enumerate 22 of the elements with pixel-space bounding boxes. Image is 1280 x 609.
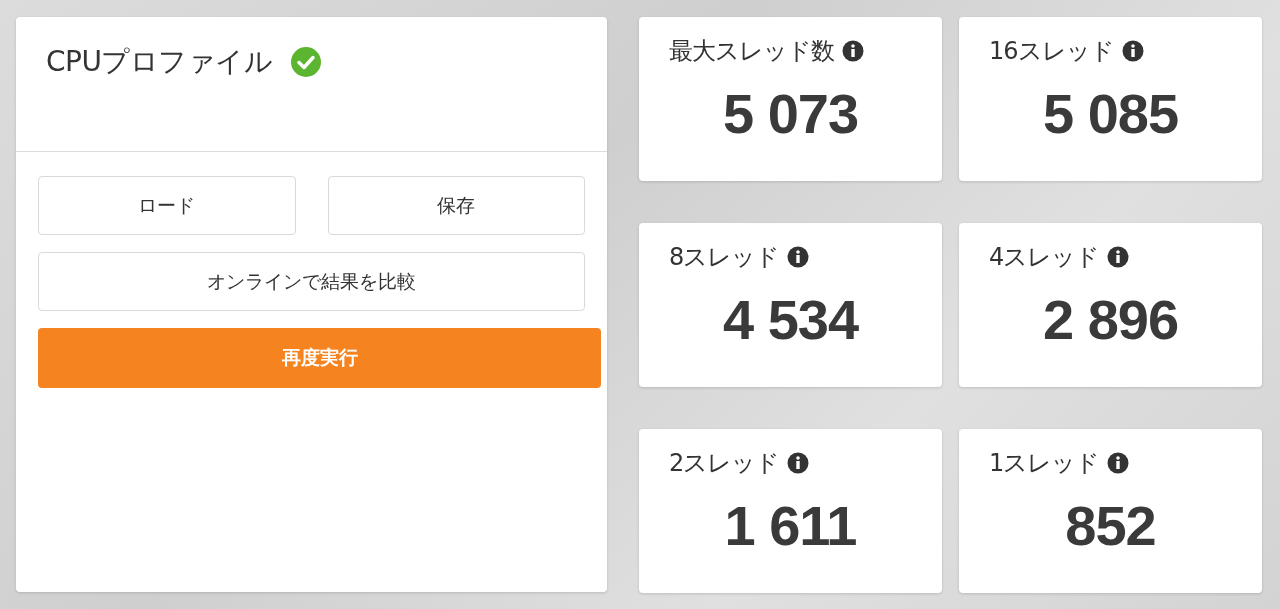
score-value: 1 611 [724,493,857,558]
score-label: 16スレッド [989,36,1114,67]
action-button[interactable]: 保存 [327,176,585,235]
score-value: 852 [1065,493,1156,558]
score-label: 1スレッド [989,448,1100,479]
info-icon[interactable] [1121,40,1144,62]
action-button[interactable]: ロード [38,176,296,235]
info-icon[interactable] [787,452,810,474]
score-value: 5 073 [722,81,859,146]
info-icon[interactable] [842,40,864,62]
panel-title: CPUプロファイル [46,44,273,80]
score-label: 4スレッド [989,242,1100,273]
score-label: 最大スレッド数 [669,36,834,67]
info-icon[interactable] [787,246,810,268]
score-value: 2 896 [1042,287,1179,352]
score-label: 8スレッド [669,242,780,273]
score-label: 2スレッド [669,448,780,479]
info-icon[interactable] [1107,246,1130,268]
score-value: 4 534 [722,287,859,352]
score-value: 5 085 [1042,81,1179,146]
compare-button[interactable]: オンラインで結果を比較 [38,252,585,311]
info-icon[interactable] [1107,452,1130,474]
